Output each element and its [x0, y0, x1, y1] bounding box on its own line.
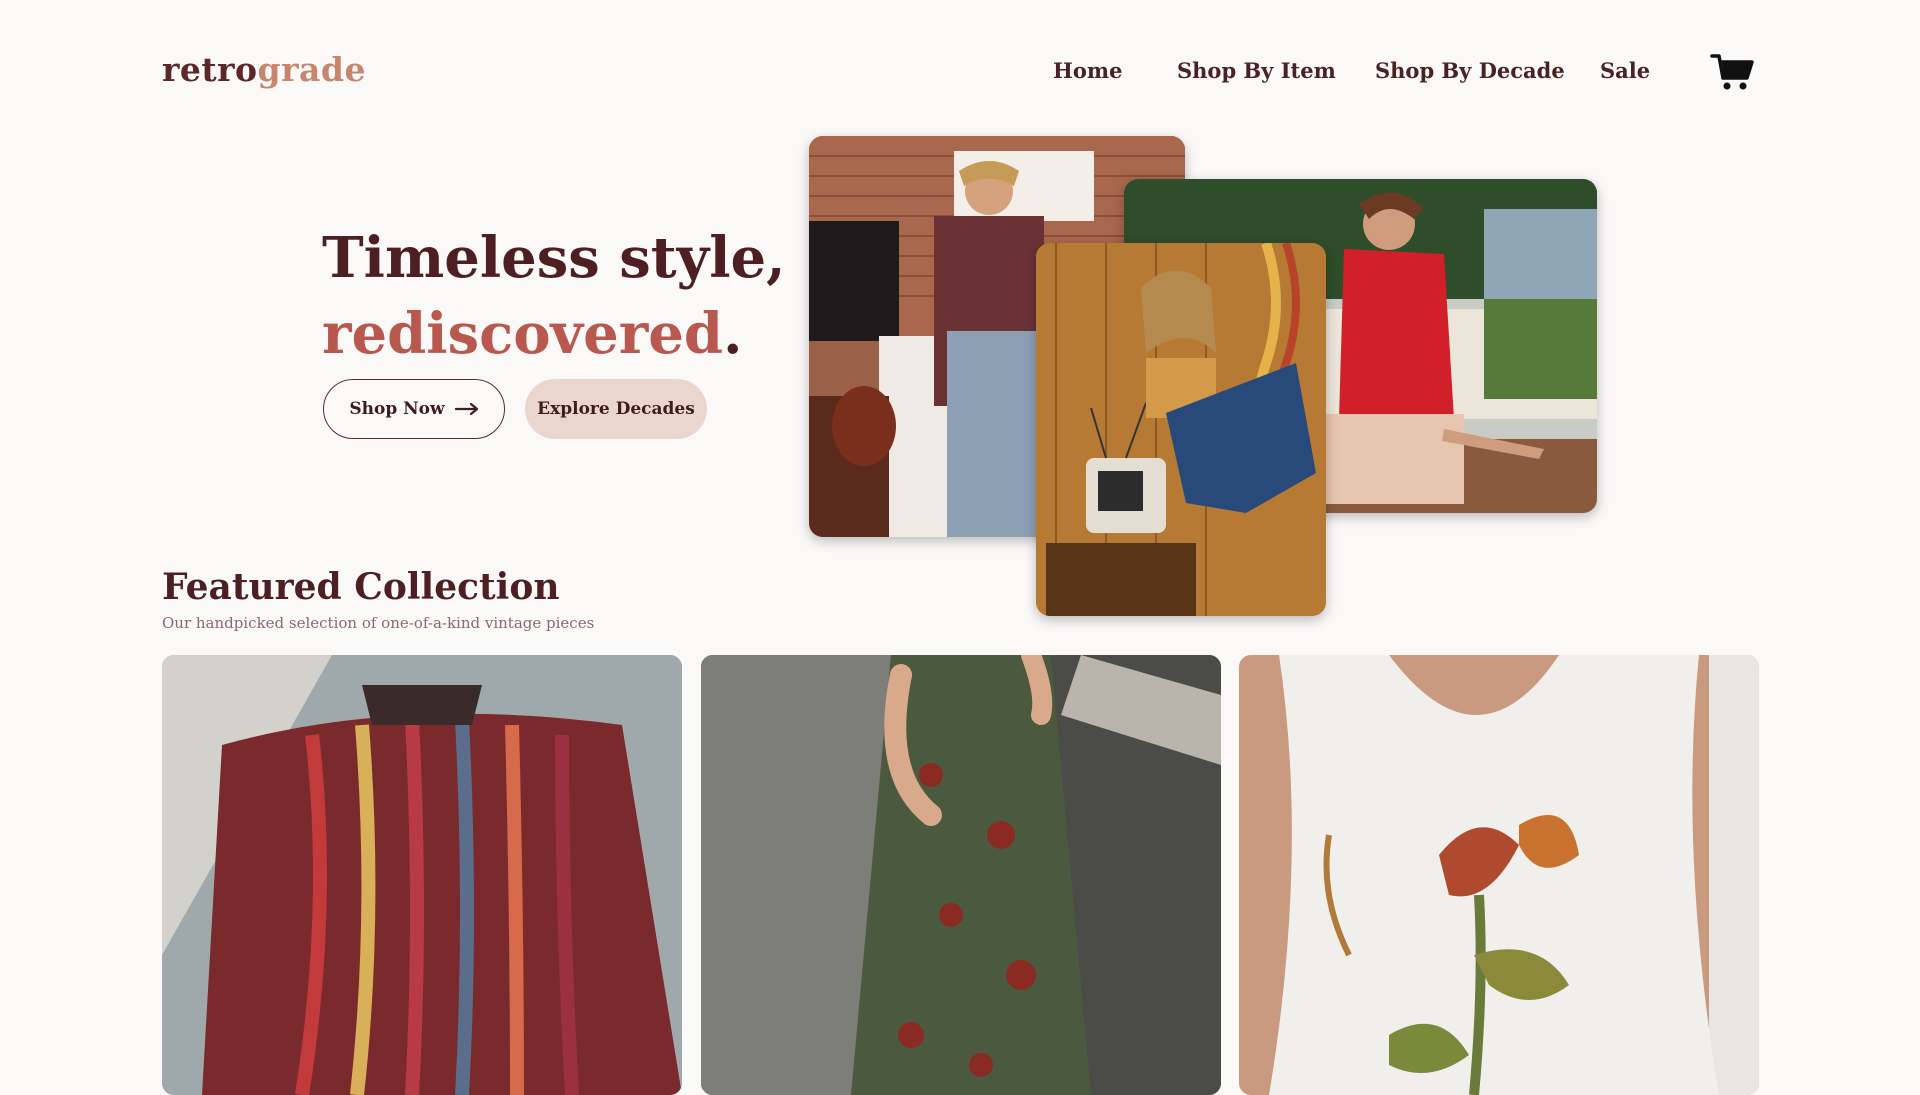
- shop-now-label: Shop Now: [349, 399, 445, 419]
- cart-icon[interactable]: [1710, 52, 1754, 92]
- explore-decades-button[interactable]: Explore Decades: [525, 379, 707, 439]
- arrow-right-icon: [454, 403, 478, 415]
- nav-home[interactable]: Home: [1053, 58, 1122, 83]
- hero-photo-tv: [1036, 243, 1326, 616]
- hero-title-period: .: [723, 301, 743, 367]
- shop-now-button[interactable]: Shop Now: [323, 379, 505, 439]
- product-card-skirt[interactable]: [701, 655, 1221, 1095]
- brand-logo-part1: retro: [162, 50, 258, 89]
- hero-title-line1: Timeless style,: [322, 225, 786, 291]
- nav-shop-by-item[interactable]: Shop By Item: [1177, 58, 1336, 83]
- explore-decades-label: Explore Decades: [537, 399, 695, 419]
- hero-title-line2: rediscovered: [322, 301, 723, 367]
- brand-logo-part2: grade: [257, 50, 366, 89]
- hero-title: Timeless style, rediscovered.: [322, 220, 786, 372]
- product-card-sweater[interactable]: [162, 655, 682, 1095]
- nav-sale[interactable]: Sale: [1600, 58, 1650, 83]
- brand-logo[interactable]: retrograde: [162, 50, 366, 89]
- nav-shop-by-decade[interactable]: Shop By Decade: [1375, 58, 1565, 83]
- featured-title: Featured Collection: [162, 566, 560, 608]
- product-card-tank-top[interactable]: [1239, 655, 1759, 1095]
- featured-subtitle: Our handpicked selection of one-of-a-kin…: [162, 614, 595, 632]
